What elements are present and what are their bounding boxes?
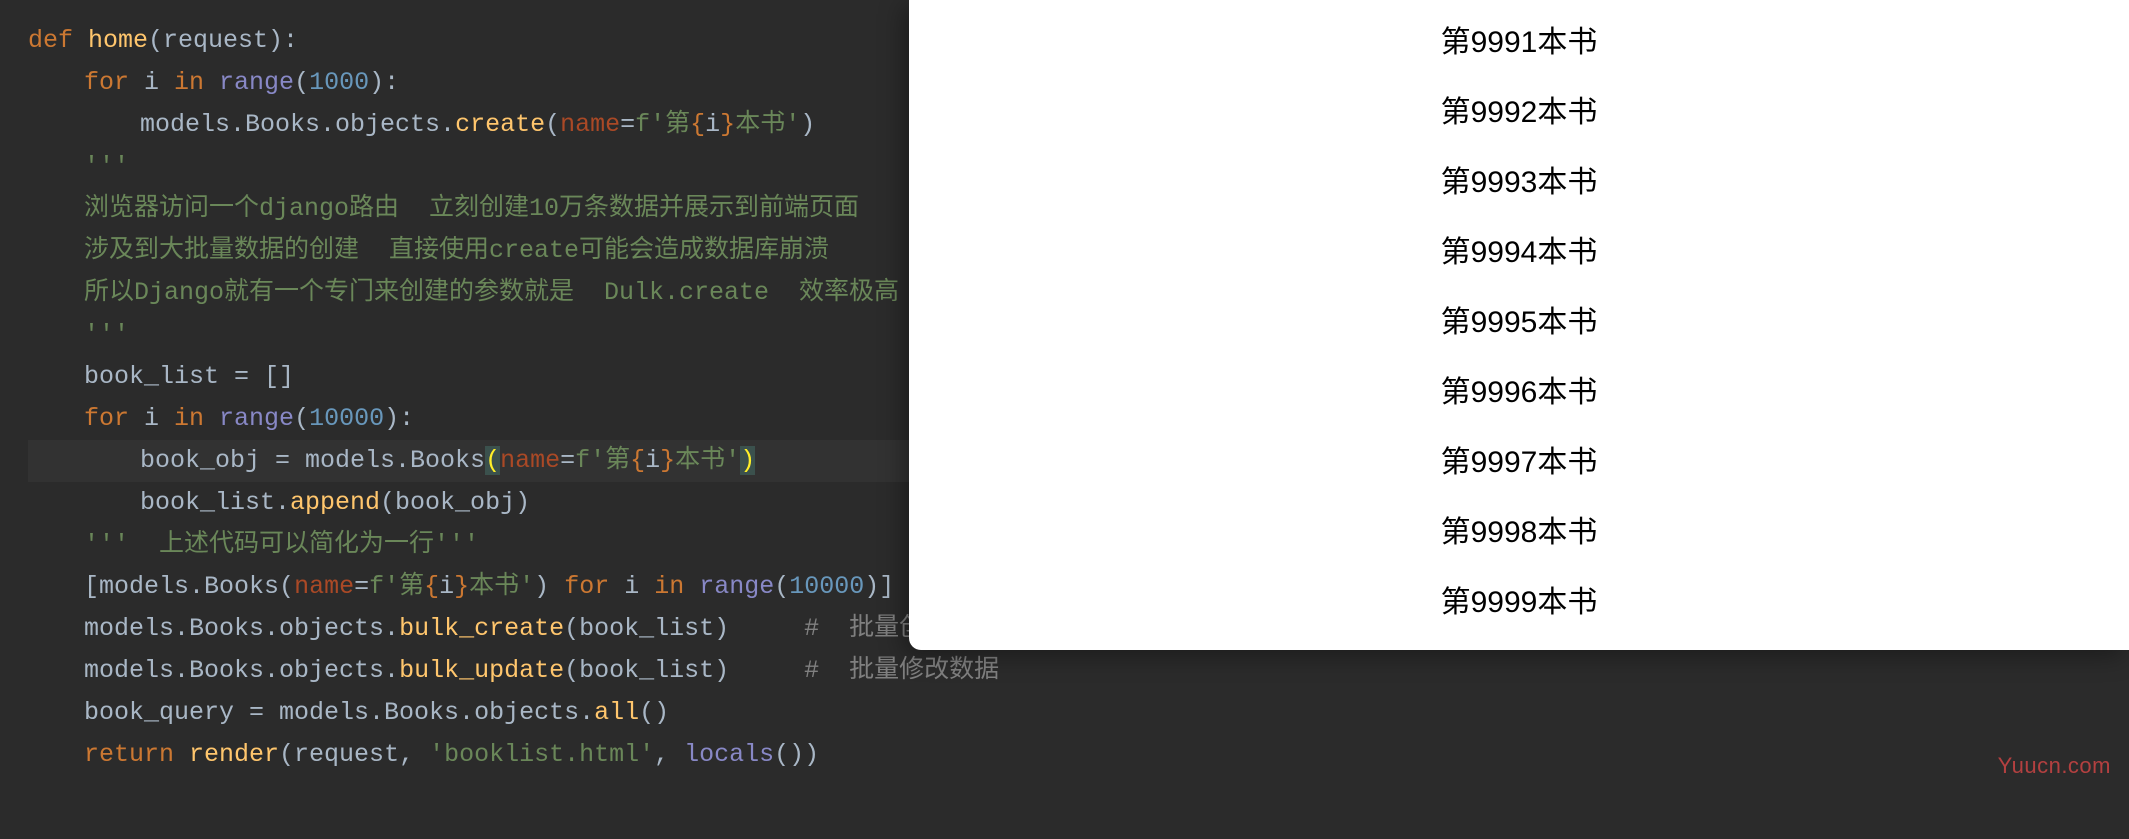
paren-match-open: ( (485, 446, 500, 475)
paren: ): (369, 68, 399, 97)
paren: ) (800, 110, 815, 139)
paren: ()) (774, 740, 819, 769)
list-item: 第9998本书 (909, 498, 2129, 568)
kwarg-name: name (500, 446, 560, 475)
fstring-brace: { (424, 572, 439, 601)
fstring-var: i (645, 446, 660, 475)
list-item: 第9993本书 (909, 148, 2129, 218)
builtin-range: range (219, 68, 294, 97)
paren: ( (774, 572, 789, 601)
expr: book_obj = models. (140, 446, 410, 475)
docstring-close: ''' (84, 320, 129, 349)
keyword-for: for (564, 572, 624, 601)
method-append: append (290, 488, 380, 517)
eq: = (354, 572, 369, 601)
list-item: 第9997本书 (909, 428, 2129, 498)
function-name: home (88, 26, 148, 55)
browser-output-panel: 第9991本书 第9992本书 第9993本书 第9994本书 第9995本书 … (909, 0, 2129, 650)
docstring-open: ''' (84, 152, 129, 181)
code-line: book_query = models.Books.objects.all() (28, 692, 1200, 734)
loop-var: i (144, 68, 174, 97)
paren: ( (294, 404, 309, 433)
docstring-text: 浏览器访问一个django路由 立刻创建10万条数据并展示到前端页面 (84, 194, 859, 223)
params: (request): (148, 26, 298, 55)
method-bulk-update: bulk_update (399, 656, 564, 685)
keyword-def: def (28, 26, 88, 55)
expr: models.Books.objects. (84, 656, 399, 685)
eq: = (620, 110, 635, 139)
fstring-var: i (705, 110, 720, 139)
fstring: f'第 (575, 446, 630, 475)
paren-match-close: ) (740, 446, 755, 475)
string: 'booklist.html' (429, 740, 654, 769)
fstring-brace: { (630, 446, 645, 475)
args: (book_list) (564, 614, 729, 643)
paren: )] (864, 572, 894, 601)
fstring: f'第 (635, 110, 690, 139)
expr: book_query = models.Books.objects. (84, 698, 594, 727)
args: (request, (279, 740, 429, 769)
builtin-range: range (699, 572, 774, 601)
keyword-for: for (84, 404, 144, 433)
paren: ( (294, 68, 309, 97)
loop-var: i (624, 572, 654, 601)
list-item: 第9994本书 (909, 218, 2129, 288)
method-all: all (594, 698, 639, 727)
fstring-brace: } (454, 572, 469, 601)
assign: book_list = (84, 362, 264, 391)
args: (book_obj) (380, 488, 530, 517)
empty-list: [] (264, 362, 294, 391)
list-item: 第9995本书 (909, 288, 2129, 358)
fstring-end: 本书' (735, 110, 800, 139)
code-line: return render(request, 'booklist.html', … (28, 734, 1200, 776)
expr: models.Books.objects. (140, 110, 455, 139)
args: () (639, 698, 669, 727)
list-item: 第9996本书 (909, 358, 2129, 428)
keyword-for: for (84, 68, 144, 97)
list-item: 第9992本书 (909, 78, 2129, 148)
fstring: f'第 (369, 572, 424, 601)
fstring-brace: } (660, 446, 675, 475)
class-books: Books (410, 446, 485, 475)
comma: , (654, 740, 684, 769)
fstring-brace: } (720, 110, 735, 139)
fstring-var: i (439, 572, 454, 601)
browser-output-list[interactable]: 第9991本书 第9992本书 第9993本书 第9994本书 第9995本书 … (909, 0, 2129, 638)
number: 10000 (309, 404, 384, 433)
paren: ): (384, 404, 414, 433)
keyword-return: return (84, 740, 189, 769)
keyword-in: in (174, 404, 219, 433)
fstring-end: 本书' (469, 572, 534, 601)
expr: [models. (84, 572, 204, 601)
comment: # 批量修改数据 (729, 656, 999, 685)
class-books: Books (204, 572, 279, 601)
args: (book_list) (564, 656, 729, 685)
expr: book_list. (140, 488, 290, 517)
watermark-text: Yuucn.com (1998, 753, 2111, 779)
paren: ( (545, 110, 560, 139)
paren: ) (534, 572, 564, 601)
function-render: render (189, 740, 279, 769)
docstring-inline: ''' 上述代码可以简化为一行''' (84, 530, 479, 559)
builtin-range: range (219, 404, 294, 433)
fstring-end: 本书' (675, 446, 740, 475)
builtin-locals: locals (684, 740, 774, 769)
loop-var: i (144, 404, 174, 433)
keyword-in: in (174, 68, 219, 97)
code-line: models.Books.objects.bulk_update(book_li… (28, 650, 1200, 692)
number: 10000 (789, 572, 864, 601)
expr: models.Books.objects. (84, 614, 399, 643)
kwarg-name: name (560, 110, 620, 139)
number: 1000 (309, 68, 369, 97)
docstring-text: 涉及到大批量数据的创建 直接使用create可能会造成数据库崩溃 (84, 236, 829, 265)
method-bulk-create: bulk_create (399, 614, 564, 643)
eq: = (560, 446, 575, 475)
fstring-brace: { (690, 110, 705, 139)
method-create: create (455, 110, 545, 139)
kwarg-name: name (294, 572, 354, 601)
list-item: 第9999本书 (909, 568, 2129, 638)
keyword-in: in (654, 572, 699, 601)
list-item: 第9991本书 (909, 8, 2129, 78)
paren: ( (279, 572, 294, 601)
